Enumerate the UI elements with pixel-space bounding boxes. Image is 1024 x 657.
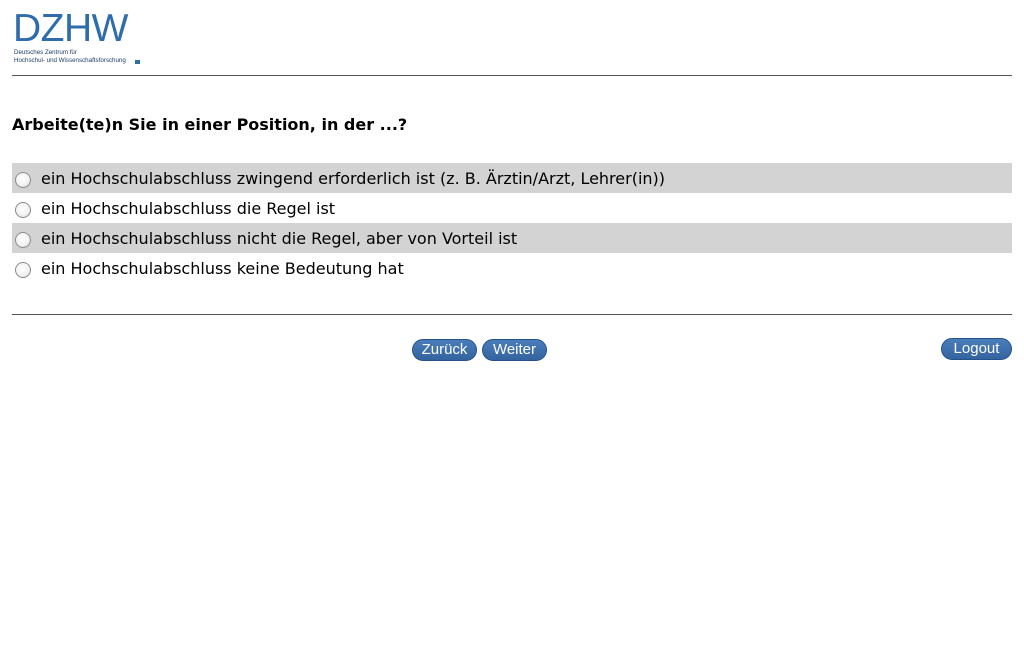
- radio-button[interactable]: [15, 231, 31, 248]
- logo-wordmark: DZHW: [13, 7, 128, 50]
- footer-divider: [12, 314, 1012, 315]
- answer-option[interactable]: ein Hochschulabschluss nicht die Regel, …: [12, 223, 1012, 253]
- question-text: Arbeite(te)n Sie in einer Position, in d…: [12, 115, 408, 134]
- logo-subtitle-line1: Deutsches Zentrum für: [14, 49, 77, 56]
- back-button[interactable]: Zurück: [412, 339, 477, 361]
- answer-option-label: ein Hochschulabschluss zwingend erforder…: [41, 168, 666, 188]
- answer-option-label: ein Hochschulabschluss keine Bedeutung h…: [41, 258, 404, 278]
- header-divider: [12, 75, 1012, 76]
- answer-option-label: ein Hochschulabschluss die Regel ist: [41, 198, 336, 218]
- answer-option[interactable]: ein Hochschulabschluss keine Bedeutung h…: [12, 253, 1012, 283]
- logo-subtitle: Deutsches Zentrum für Hochschul- und Wis…: [14, 49, 126, 65]
- logout-button[interactable]: Logout: [941, 338, 1012, 360]
- radio-button[interactable]: [15, 171, 31, 188]
- dzhw-logo: DZHW Deutsches Zentrum für Hochschul- un…: [13, 9, 145, 67]
- radio-button[interactable]: [15, 201, 31, 218]
- answer-options: ein Hochschulabschluss zwingend erforder…: [12, 163, 1012, 283]
- answer-option[interactable]: ein Hochschulabschluss die Regel ist: [12, 193, 1012, 223]
- radio-button[interactable]: [15, 261, 31, 278]
- logo-square-mark: [135, 60, 140, 64]
- logo-subtitle-line2: Hochschul- und Wissenschaftsforschung: [14, 57, 126, 64]
- answer-option[interactable]: ein Hochschulabschluss zwingend erforder…: [12, 163, 1012, 193]
- next-button[interactable]: Weiter: [482, 339, 547, 361]
- answer-option-label: ein Hochschulabschluss nicht die Regel, …: [41, 228, 518, 248]
